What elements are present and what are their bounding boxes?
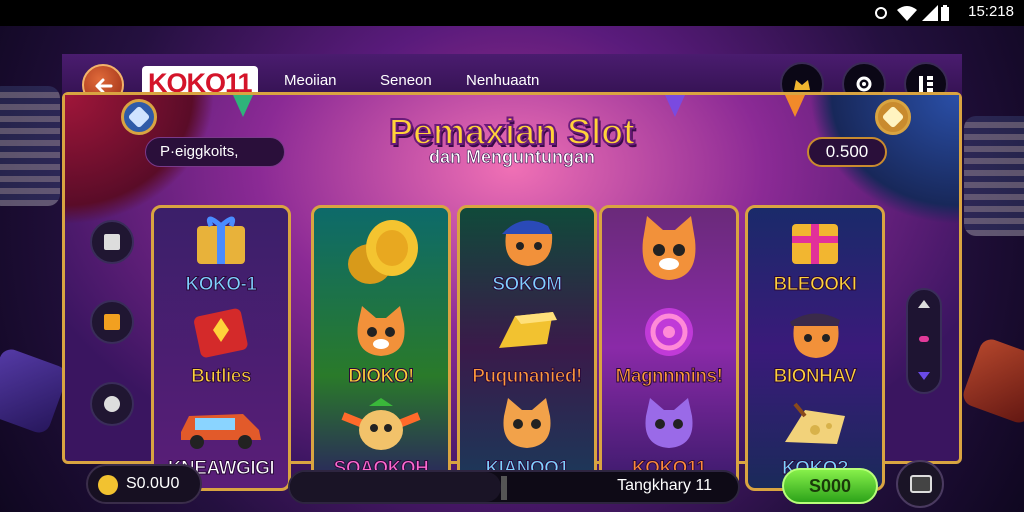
bunting-flag (233, 95, 253, 117)
reel-2[interactable]: DIOKO! SOAOKOH (311, 205, 451, 491)
symbol-caption: DIOKO! (348, 366, 415, 388)
spiral-lollipop-icon (645, 308, 693, 356)
symbol-caption: BLEOOKI (773, 274, 858, 296)
reel-symbol: Magnnmins! (602, 300, 736, 392)
balance-value: S0.0U0 (126, 475, 180, 492)
window-icon (910, 475, 932, 493)
feather-cat-icon (341, 398, 421, 450)
gift-box-icon (197, 216, 245, 264)
symbol-caption: Puqunanied! (472, 366, 583, 388)
purple-cat-icon (645, 398, 693, 448)
progress-label: Tangkhary 11 (617, 477, 712, 494)
menu-button[interactable] (896, 460, 944, 508)
stage-light-left (0, 86, 60, 206)
progress-fill (290, 472, 501, 502)
nav-link-2[interactable]: Seneon (380, 72, 432, 89)
cat-face-icon (642, 216, 696, 280)
status-bar: 15:218 (0, 0, 1024, 26)
side-button-1[interactable] (90, 220, 134, 264)
slot-machine-frame: Pemaxian Slot dan Menguntungan P·eiggkoi… (62, 92, 962, 491)
side-button-2[interactable] (90, 300, 134, 344)
badge-icon (104, 396, 120, 412)
cat-beret-icon (502, 220, 553, 266)
game-title: Pemaxian Slot dan Menguntungan (387, 110, 637, 168)
cheese-icon (785, 402, 845, 444)
dice-decoration-right (960, 336, 1024, 426)
cat-face-icon (357, 306, 405, 356)
reel-symbol (314, 208, 448, 300)
symbol-caption: BIONHAV (773, 366, 857, 388)
coin-icon (98, 475, 118, 495)
game-scene: KOKO11 Meoiian Seneon Nenhuaatn Pemaxian… (0, 26, 1024, 512)
nav-link-1[interactable]: Meoiian (284, 72, 337, 89)
car-icon (181, 414, 261, 449)
progress-bar: Tangkhary 11 (288, 470, 740, 504)
symbol-caption: SOKOM (492, 274, 563, 296)
stage-light-right (964, 116, 1024, 236)
balance-display: S0.0U0 (86, 464, 202, 504)
reel-3[interactable]: SOKOM Puqunanied! KIANOO1 (457, 205, 597, 491)
wifi-icon (897, 6, 917, 21)
chevron-down-icon[interactable] (918, 372, 930, 380)
status-time: 15:218 (968, 3, 1014, 20)
progress-knob[interactable] (501, 476, 507, 500)
reel-symbol: BIONHAV (748, 300, 882, 392)
gear-icon (856, 76, 872, 92)
reel-symbol: Puqunanied! (460, 300, 594, 392)
gold-coin-icon (348, 220, 418, 284)
reel-symbol: DIOKO! (314, 300, 448, 392)
nav-link-3[interactable]: Nenhuaatn (466, 72, 539, 89)
battery-icon (941, 5, 949, 21)
notification-icon (875, 7, 887, 19)
reel-symbol: KOKO-1 (154, 208, 288, 300)
crown-icon (794, 80, 810, 90)
coin-display: 0.500 (807, 137, 887, 167)
player-label: P·eiggkoits, (145, 137, 285, 167)
side-button-3[interactable] (90, 382, 134, 426)
reel-4[interactable]: Magnnmins! KOKO11 (599, 205, 739, 491)
reel-symbol: Butlies (154, 300, 288, 392)
gold-bar-icon (499, 312, 557, 348)
dice-decoration-left (0, 346, 70, 436)
symbol-caption: Butlies (191, 366, 252, 388)
square-icon (104, 234, 120, 250)
gem-right-icon (875, 99, 911, 135)
signal-icon (922, 5, 938, 21)
reel-symbol: BLEOOKI (748, 208, 882, 300)
reel-symbol (602, 208, 736, 300)
red-envelope-icon (194, 308, 248, 358)
bunting-flag (665, 95, 685, 117)
bunting-flag (785, 95, 805, 117)
scroll-indicator (919, 336, 929, 342)
bottom-bar: S0.0U0 Tangkhary 11 S000 (0, 460, 1024, 512)
chevron-up-icon[interactable] (918, 300, 930, 308)
gift-box-icon (792, 224, 838, 264)
cat-face-icon (503, 398, 551, 448)
scroll-arrows (918, 300, 930, 380)
reel-1[interactable]: KOKO-1 Butlies KNEAWGIGI (151, 205, 291, 491)
reel-scroll-control[interactable] (906, 288, 942, 394)
cat-hat-icon (790, 313, 840, 358)
grid-icon (919, 76, 933, 92)
symbol-caption: KOKO-1 (185, 274, 257, 296)
symbol-caption: Magnnmins! (615, 366, 723, 388)
reel-5[interactable]: BLEOOKI BIONHAV KOKO? (745, 205, 885, 491)
reel-symbol: SOKOM (460, 208, 594, 300)
square-icon (104, 314, 120, 330)
gem-left-icon (121, 99, 157, 135)
spin-button[interactable]: S000 (782, 468, 878, 504)
